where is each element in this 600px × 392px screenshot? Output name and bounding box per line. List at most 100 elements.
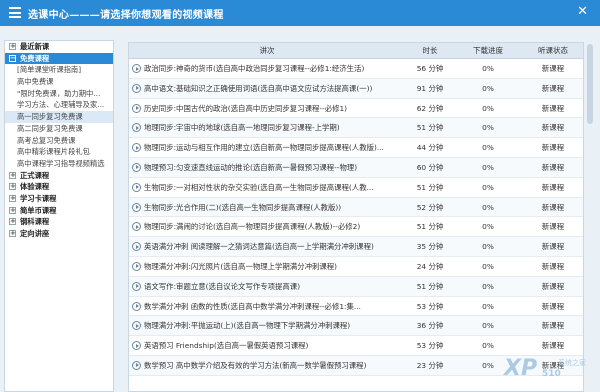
table-row[interactable]: 语文写作:审题立意(选自议论文写作专项提高课) 51 分钟 0% 新课程 bbox=[129, 276, 583, 297]
sidebar-category[interactable]: 简单币课程 bbox=[5, 205, 113, 217]
collapse-icon[interactable] bbox=[9, 53, 16, 64]
play-icon[interactable] bbox=[132, 182, 141, 192]
expand-icon[interactable] bbox=[9, 193, 16, 204]
play-icon[interactable] bbox=[132, 162, 141, 172]
course-status: 新课程 bbox=[541, 162, 565, 172]
download-progress: 0% bbox=[482, 83, 494, 93]
course-title: 物理预习:匀变速直线运动的推论(选自新高一暑假预习课程--物理) bbox=[144, 162, 358, 172]
course-status: 新课程 bbox=[541, 83, 565, 93]
scrollbar[interactable] bbox=[586, 42, 594, 392]
download-progress: 0% bbox=[482, 143, 494, 153]
scrollbar-thumb[interactable] bbox=[587, 44, 593, 124]
sidebar-item-label: 学习方法、心理辅导及家... bbox=[17, 100, 105, 110]
sidebar-item-label: 钢科课程 bbox=[20, 217, 50, 227]
course-title: 数学预习 高中数学介绍及有效的学习方法(新高一数学暑假预习课程) bbox=[144, 360, 367, 370]
play-icon[interactable] bbox=[132, 242, 141, 252]
sidebar-category[interactable]: 体验课程 bbox=[5, 181, 113, 193]
sidebar-item[interactable]: 学习方法、心理辅导及家... bbox=[5, 99, 113, 111]
table-row[interactable]: 物理满分冲刺:平抛运动(上)(选自高一物理下学期满分冲刺课程) 36 分钟 0% 新课… bbox=[129, 316, 583, 337]
table-row[interactable]: 政治同步:神奇的货币(选自高中政治同步复习课程--必修1:经济生活) 56 分钟 0… bbox=[129, 59, 583, 79]
expand-icon[interactable] bbox=[9, 170, 16, 181]
course-status: 新课程 bbox=[541, 242, 565, 252]
course-status: 新课程 bbox=[541, 281, 565, 291]
sidebar-category[interactable]: 正式课程 bbox=[5, 170, 113, 182]
table-row[interactable]: 高中语文:基础知识之正确使用词语(选自高中语文应试方法提高课(一)) 91 分钟 0… bbox=[129, 78, 583, 99]
course-duration: 52 分钟 bbox=[416, 202, 444, 212]
course-duration: 44 分钟 bbox=[416, 143, 444, 153]
menu-icon[interactable] bbox=[9, 7, 21, 18]
sidebar-item-label: 简单币课程 bbox=[20, 205, 57, 215]
course-duration: 51 分钟 bbox=[416, 281, 444, 291]
course-title: 物理同步:满闹的讨论(选自高一物理同步提高课程(人教版)--必修2) bbox=[144, 222, 361, 232]
play-icon[interactable] bbox=[132, 281, 141, 291]
sidebar-item-label: 高中课程学习指导视频精选 bbox=[17, 158, 105, 168]
expand-icon[interactable] bbox=[9, 216, 16, 227]
course-status: 新课程 bbox=[541, 222, 565, 232]
expand-icon[interactable] bbox=[9, 228, 16, 239]
sidebar-item[interactable]: 高中课程学习指导视频精选 bbox=[5, 158, 113, 170]
course-title: 历史同步:中国古代的政治(选自高中历史同步复习课程--必修1) bbox=[144, 103, 348, 113]
table-row[interactable]: 数学满分冲刺 函数的性质(选自高中数学满分冲刺课程--必修1:集... 53 分钟… bbox=[129, 297, 583, 317]
course-duration: 91 分钟 bbox=[416, 83, 444, 93]
course-title: 生物同步:光合作用(二)(选自高一生物同步提高课程(人教版)) bbox=[144, 202, 342, 212]
close-icon[interactable]: ✕ bbox=[577, 4, 588, 20]
sidebar-item-label: 最近新课 bbox=[20, 42, 50, 51]
expand-icon[interactable] bbox=[9, 181, 16, 192]
expand-icon[interactable] bbox=[9, 205, 16, 216]
header-duration[interactable]: 时长 bbox=[405, 43, 455, 59]
course-title: 生物同步:一对相对性状的杂交实验(选自高一生物同步提高课程(人教... bbox=[144, 182, 374, 192]
play-icon[interactable] bbox=[132, 301, 141, 311]
download-progress: 0% bbox=[482, 222, 494, 232]
sidebar-category[interactable]: 最近新课 bbox=[5, 41, 113, 53]
course-title: 政治同步:神奇的货币(选自高中政治同步复习课程--必修1:经济生活) bbox=[144, 64, 365, 73]
header-title[interactable]: 讲次 bbox=[129, 43, 405, 59]
sidebar-item-label: 学习卡课程 bbox=[20, 193, 57, 203]
download-progress: 0% bbox=[482, 301, 494, 311]
sidebar-item[interactable]: 高中精彩课程片段礼包 bbox=[5, 146, 113, 158]
table-row[interactable]: 英语预习 Friendship(选自高一暑假英语预习课程) 53 分钟 0% 新课程 bbox=[129, 336, 583, 356]
sidebar-item-label: 体验课程 bbox=[20, 182, 50, 192]
table-row[interactable]: 历史同步:中国古代的政治(选自高中历史同步复习课程--必修1) 62 分钟 0% 新课… bbox=[129, 99, 583, 119]
table-row[interactable]: 物理满分冲刺:闪光照片(选自高一物理上学期满分冲刺课程) 24 分钟 0% 新课程 bbox=[129, 257, 583, 277]
sidebar-item[interactable]: 高二同步复习免费课 bbox=[5, 123, 113, 135]
sidebar-item[interactable]: [简单课堂听课指南] bbox=[5, 64, 113, 76]
table-row[interactable]: 英语满分冲刺 阅读理解一之猜词达意篇(选自高一上学期满分冲刺课程) 35 分钟 0%… bbox=[129, 237, 583, 257]
course-title: 物理满分冲刺:平抛运动(上)(选自高一物理下学期满分冲刺课程) bbox=[144, 321, 351, 331]
play-icon[interactable] bbox=[132, 103, 141, 113]
header-status[interactable]: 听课状态 bbox=[521, 43, 583, 59]
sidebar-item[interactable]: 高一同步复习免费课 bbox=[5, 111, 113, 123]
sidebar-item[interactable]: "限时免费课，助力期中... bbox=[5, 88, 113, 100]
sidebar-item[interactable]: 高中免费课 bbox=[5, 76, 113, 88]
table-row[interactable]: 生物同步:光合作用(二)(选自高一生物同步提高课程(人教版)) 52 分钟 0% 新课… bbox=[129, 197, 583, 218]
play-icon[interactable] bbox=[132, 143, 141, 153]
sidebar-category[interactable]: 定向讲座 bbox=[5, 228, 113, 240]
sidebar-category[interactable]: 免费课程 bbox=[5, 52, 113, 65]
course-title: 语文写作:审题立意(选自议论文写作专项提高课) bbox=[144, 281, 301, 291]
course-status: 新课程 bbox=[541, 64, 565, 73]
table-row[interactable]: 物理预习:匀变速直线运动的推论(选自新高一暑假预习课程--物理) 60 分钟 0% 新… bbox=[129, 157, 583, 178]
course-status: 新课程 bbox=[541, 341, 565, 351]
play-icon[interactable] bbox=[132, 222, 141, 232]
table-row[interactable]: 生物同步:一对相对性状的杂交实验(选自高一生物同步提高课程(人教... 51 分钟… bbox=[129, 178, 583, 198]
course-title: 数学满分冲刺 函数的性质(选自高中数学满分冲刺课程--必修1:集... bbox=[144, 301, 361, 311]
sidebar-item[interactable]: 高考总复习免费课 bbox=[5, 135, 113, 147]
expand-icon[interactable] bbox=[9, 41, 16, 52]
table-row[interactable]: 地理同步:宇宙中的地球(选自高一地理同步复习课程-上学期) 51 分钟 0% 新课程 bbox=[129, 118, 583, 139]
course-duration: 60 分钟 bbox=[416, 162, 444, 172]
play-icon[interactable] bbox=[132, 64, 141, 73]
play-icon[interactable] bbox=[132, 261, 141, 271]
header-progress[interactable]: 下载进度 bbox=[455, 43, 521, 59]
table-row[interactable]: 物理同步:运动与相互作用的建立(选自新高一物理同步提高课程(人教版)... 44 … bbox=[129, 138, 583, 158]
sidebar-category[interactable]: 学习卡课程 bbox=[5, 193, 113, 205]
course-duration: 62 分钟 bbox=[416, 103, 444, 113]
play-icon[interactable] bbox=[132, 321, 141, 331]
window-body: 最近新课免费课程 [简单课堂听课指南] 高中免费课"限时免费课，助力期中... 学习方… bbox=[0, 26, 600, 392]
play-icon[interactable] bbox=[132, 341, 141, 351]
play-icon[interactable] bbox=[132, 202, 141, 212]
play-icon[interactable] bbox=[132, 360, 141, 370]
play-icon[interactable] bbox=[132, 123, 141, 133]
table-row[interactable]: 物理同步:满闹的讨论(选自高一物理同步提高课程(人教版)--必修2) 51 分钟 0… bbox=[129, 217, 583, 238]
play-icon[interactable] bbox=[132, 83, 141, 93]
course-duration: 51 分钟 bbox=[416, 123, 444, 133]
sidebar-category[interactable]: 钢科课程 bbox=[5, 216, 113, 228]
